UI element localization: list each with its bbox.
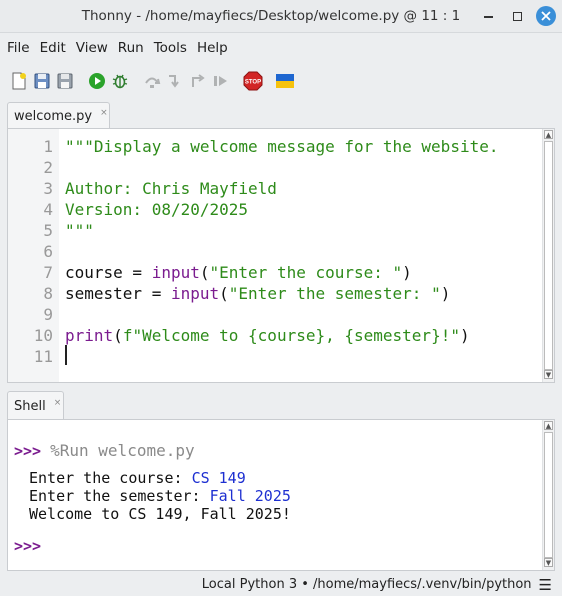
line-number: 9	[43, 305, 53, 324]
debug-icon[interactable]	[109, 70, 131, 92]
tab-shell[interactable]: Shell ×	[7, 391, 64, 420]
minimize-icon[interactable]	[478, 6, 498, 26]
step-over-icon[interactable]	[141, 70, 163, 92]
code-token-builtin: print	[65, 326, 114, 345]
status-bar: Local Python 3 • /home/mayfiecs/.venv/bi…	[0, 573, 562, 596]
tab-label: welcome.py	[14, 108, 93, 124]
scroll-up-icon[interactable]: ▲	[544, 130, 553, 139]
line-number: 10	[33, 326, 53, 345]
output-text: Welcome to CS 149, Fall 2025!	[29, 505, 291, 523]
line-number: 4	[43, 200, 53, 219]
tab-welcome-py[interactable]: welcome.py ×	[7, 102, 110, 129]
code-editor[interactable]: 1 2 3 4 5 6 7 8 9 10 11 """Display a wel…	[7, 128, 555, 383]
run-icon[interactable]	[86, 70, 108, 92]
ukraine-flag-icon[interactable]	[274, 70, 296, 92]
user-input: CS 149	[191, 469, 246, 487]
toolbar: STOP	[0, 63, 562, 99]
scroll-up-icon[interactable]: ▲	[544, 421, 553, 430]
scroll-down-icon[interactable]: ▼	[544, 558, 553, 567]
output-text: Enter the semester:	[29, 487, 210, 505]
code-line-docstring: """Display a welcome message for the web…	[65, 137, 499, 156]
scrollbar-thumb[interactable]	[544, 141, 553, 370]
scrollbar-thumb[interactable]	[544, 432, 553, 558]
menu-view[interactable]: View	[71, 40, 113, 56]
svg-text:STOP: STOP	[245, 80, 261, 86]
save-icon[interactable]	[31, 70, 53, 92]
code-token-string: "Enter the course: "	[209, 263, 403, 282]
line-number: 8	[43, 284, 53, 303]
code-token-var: course =	[65, 263, 152, 282]
code-token-string: "Enter the semester: "	[228, 284, 441, 303]
output-text: Enter the course:	[29, 469, 192, 487]
close-icon[interactable]	[536, 6, 556, 26]
tab-close-icon[interactable]: ×	[54, 398, 62, 408]
text-cursor	[65, 345, 67, 365]
shell-output-line: Enter the course: CS 149	[29, 469, 246, 488]
shell-prompt: >>>	[14, 537, 42, 555]
line-number: 7	[43, 263, 53, 282]
save-as-icon[interactable]	[54, 70, 76, 92]
interpreter-status[interactable]: Local Python 3 • /home/mayfiecs/.venv/bi…	[202, 577, 532, 592]
new-file-icon[interactable]	[8, 70, 30, 92]
code-area[interactable]: """Display a welcome message for the web…	[65, 129, 498, 357]
code-token-paren: (	[113, 326, 123, 345]
scroll-down-icon[interactable]: ▼	[544, 370, 553, 379]
code-token-builtin: input	[151, 263, 200, 282]
shell-prompt-line[interactable]: >>>	[14, 537, 41, 556]
menu-file[interactable]: File	[2, 40, 35, 56]
step-out-icon[interactable]	[187, 70, 209, 92]
menu-run[interactable]: Run	[113, 40, 149, 56]
code-line-course: course = input("Enter the course: ")	[65, 262, 412, 283]
code-token-paren: )	[440, 284, 451, 303]
line-number: 6	[43, 242, 53, 261]
line-number: 3	[43, 179, 53, 198]
line-number: 11	[33, 347, 53, 366]
code-line-version: Version: 08/20/2025	[65, 200, 249, 219]
shell-scrollbar[interactable]: ▲ ▼	[542, 420, 554, 570]
user-input: Fall 2025	[209, 487, 291, 505]
menu-help[interactable]: Help	[192, 40, 233, 56]
code-token-string: f"Welcome to {course}, {semester}!"	[122, 326, 460, 345]
run-command: %Run welcome.py	[50, 441, 195, 460]
shell-console[interactable]: >>> %Run welcome.py Enter the course: CS…	[7, 419, 555, 571]
menu-bar: File Edit View Run Tools Help	[0, 33, 562, 63]
editor-scrollbar[interactable]: ▲ ▼	[542, 129, 554, 382]
line-number: 5	[43, 221, 53, 240]
code-token-var: semester =	[65, 284, 171, 303]
menu-icon[interactable]: ☰	[539, 576, 552, 594]
window-title: Thonny - /home/mayfiecs/Desktop/welcome.…	[81, 8, 461, 24]
shell-output-line: Enter the semester: Fall 2025	[29, 487, 291, 506]
code-token-builtin: input	[170, 284, 220, 303]
resume-icon[interactable]	[210, 70, 232, 92]
code-line-print: print(f"Welcome to {course}, {semester}!…	[65, 325, 470, 346]
shell-prompt: >>>	[14, 442, 42, 460]
editor-tab-bar: welcome.py ×	[0, 99, 562, 129]
stop-icon[interactable]: STOP	[242, 70, 264, 92]
code-line-author: Author: Chris Mayfield	[65, 179, 277, 198]
title-bar: Thonny - /home/mayfiecs/Desktop/welcome.…	[0, 0, 562, 33]
code-token-paren: (	[199, 263, 210, 282]
shell-run-line: >>> %Run welcome.py	[14, 441, 195, 461]
tab-close-icon[interactable]: ×	[100, 108, 108, 118]
code-line-semester: semester = input("Enter the semester: ")	[65, 283, 450, 304]
step-into-icon[interactable]	[164, 70, 186, 92]
line-number: 1	[43, 137, 53, 156]
code-line-docstring-end: """	[65, 221, 94, 240]
code-token-paren: )	[459, 326, 470, 345]
menu-tools[interactable]: Tools	[149, 40, 192, 56]
maximize-icon[interactable]	[507, 6, 527, 26]
code-token-paren: )	[402, 263, 412, 282]
shell-output-line: Welcome to CS 149, Fall 2025!	[29, 505, 291, 524]
code-token-paren: (	[219, 284, 229, 303]
line-number-gutter: 1 2 3 4 5 6 7 8 9 10 11	[8, 129, 59, 382]
menu-edit[interactable]: Edit	[35, 40, 71, 56]
line-number: 2	[43, 158, 53, 177]
tab-label: Shell	[14, 398, 46, 414]
